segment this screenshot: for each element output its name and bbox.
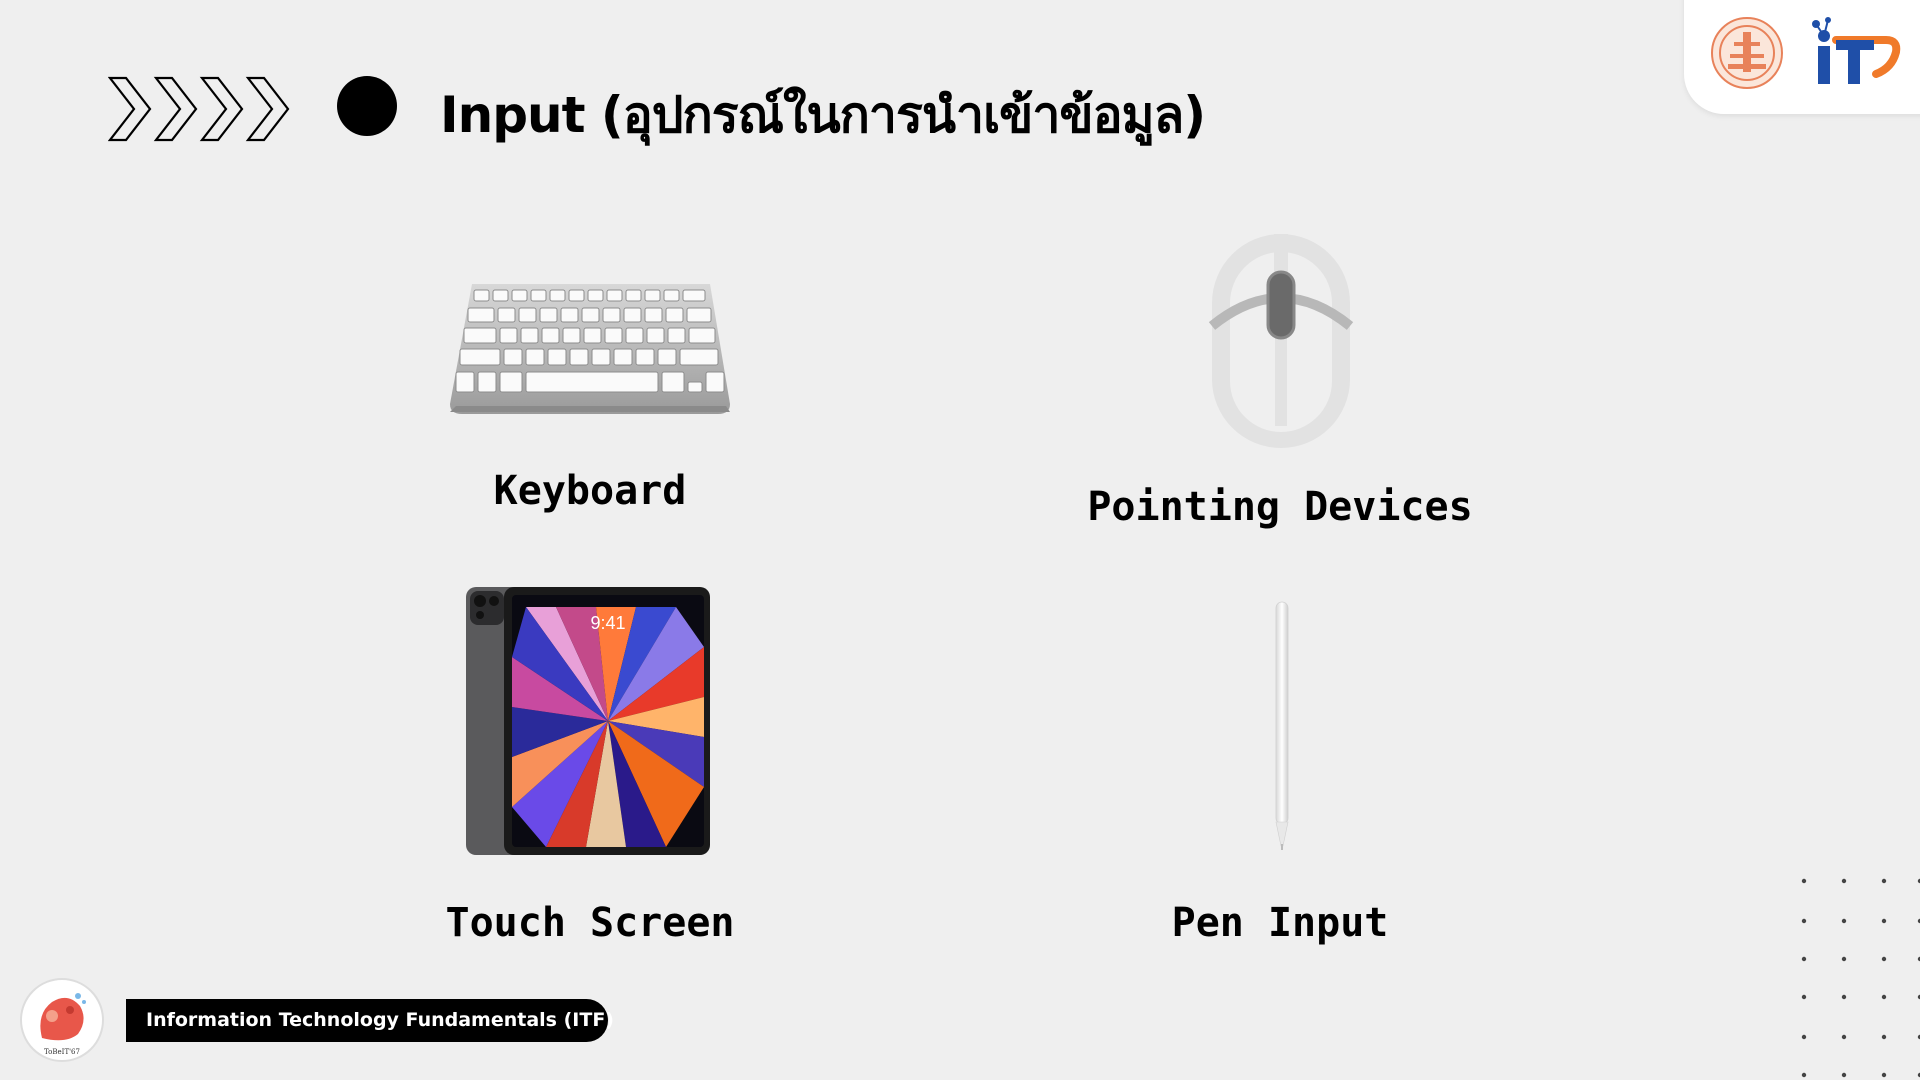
tablet-icon: 9:41 [466,587,710,855]
mouse-icon [1208,234,1354,448]
touch-screen-label: Touch Screen [445,900,735,946]
keyboard-icon [450,284,730,414]
pen-input-label: Pen Input [1171,900,1389,946]
mascot-avatar: ToBeIT'67 [20,978,104,1062]
mascot-caption: ToBeIT'67 [44,1048,80,1056]
chevrons-decoration [108,76,290,142]
course-title: Information Technology Fundamentals (ITF… [146,1009,614,1031]
pointing-devices-label: Pointing Devices [1087,484,1473,530]
page-title: Input (อุปกรณ์ในการนำเข้าข้อมูล) [440,86,1206,144]
title-bullet [337,76,397,136]
dot-grid-decoration [1801,878,1920,1078]
university-seal-icon [1711,17,1783,89]
course-badge: Information Technology Fundamentals (ITF… [126,999,614,1042]
svg-text:9:41: 9:41 [590,613,625,633]
mascot-icon: ToBeIT'67 [24,982,100,1058]
keyboard-label: Keyboard [493,468,687,514]
it-logo [1812,17,1901,84]
stylus-icon [1275,601,1289,850]
